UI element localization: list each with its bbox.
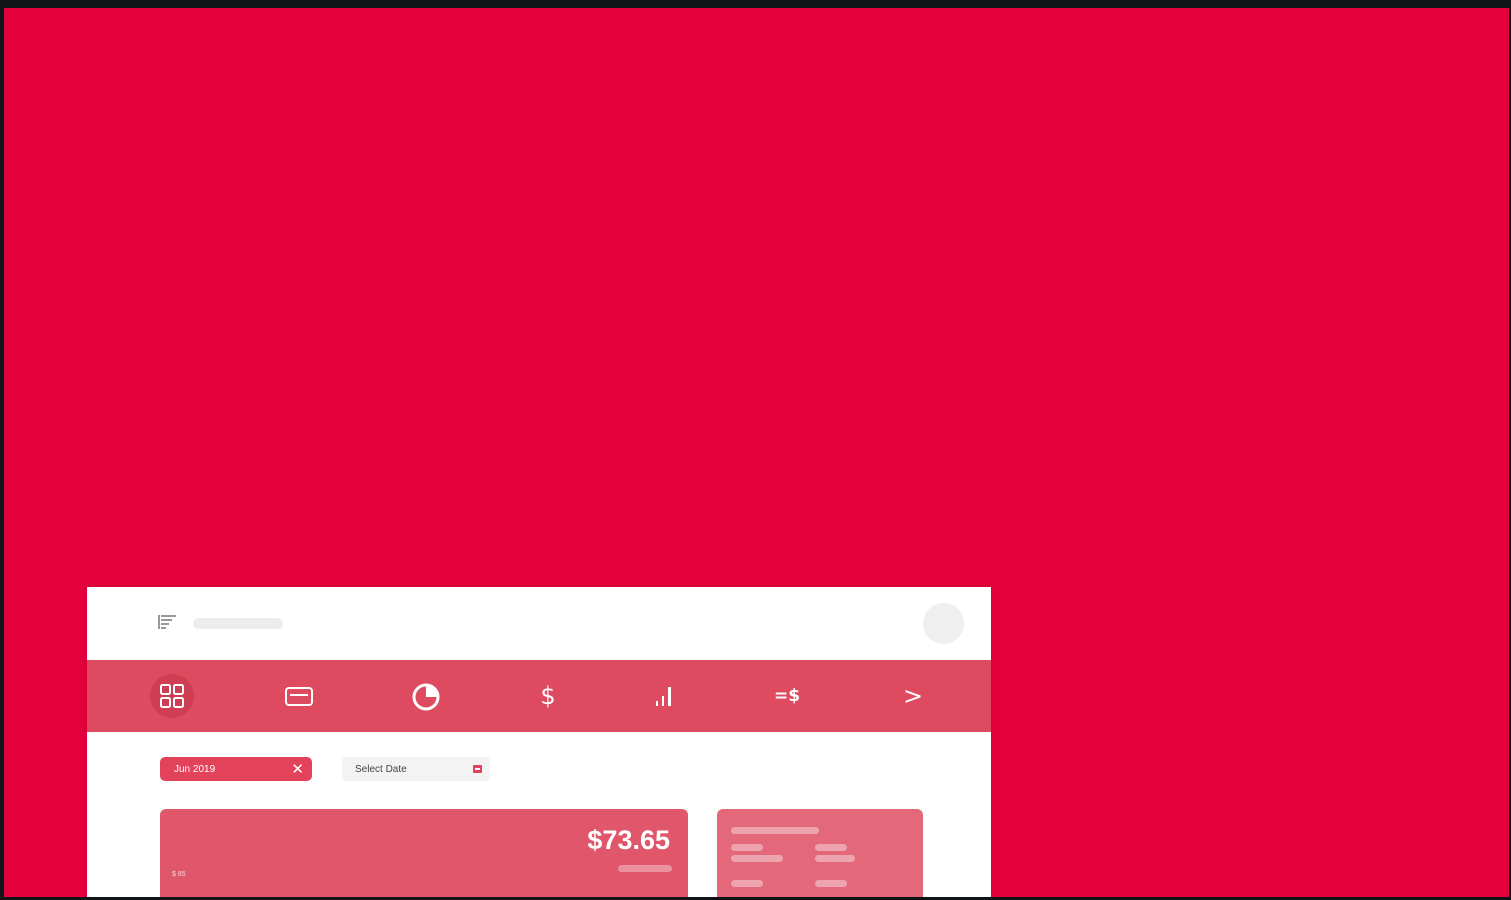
avatar[interactable] xyxy=(923,603,964,644)
nav-item-statistics[interactable] xyxy=(643,674,687,718)
nav-item-cards[interactable] xyxy=(277,674,321,718)
nav-item-reports[interactable] xyxy=(405,674,449,718)
side-card-field-placeholder xyxy=(815,844,847,851)
side-card-field-placeholder xyxy=(731,880,763,887)
bar-chart-icon xyxy=(656,687,671,706)
nav-item-payments[interactable]: $ xyxy=(526,674,570,718)
nav-bar: $ =$ > xyxy=(87,660,991,732)
balance-amount: $73.65 xyxy=(587,825,670,855)
grid-icon xyxy=(160,684,184,708)
pie-chart-icon xyxy=(412,683,440,711)
canvas-background: $ =$ > Jun 2019 ✕ Select Date $73.65 $ 8… xyxy=(4,8,1509,897)
date-picker-label: Select Date xyxy=(355,763,407,775)
amount-subtitle-placeholder xyxy=(618,865,672,872)
title-placeholder xyxy=(193,618,283,629)
exchange-dollar-icon: =$ xyxy=(773,686,801,706)
calendar-icon xyxy=(473,765,482,773)
card-icon xyxy=(285,687,313,706)
nav-item-exchange[interactable]: =$ xyxy=(765,674,809,718)
app-window: $ =$ > Jun 2019 ✕ Select Date $73.65 $ 8… xyxy=(87,587,991,897)
dollar-icon: $ xyxy=(540,682,556,710)
close-icon[interactable]: ✕ xyxy=(291,760,304,778)
filter-chip-label: Jun 2019 xyxy=(174,763,216,775)
side-card-title-placeholder xyxy=(731,827,819,834)
axis-label: $ 85 xyxy=(172,871,186,878)
side-card-field-placeholder xyxy=(731,844,763,851)
side-card-value-placeholder xyxy=(731,855,783,862)
summary-card[interactable]: $73.65 $ 85 xyxy=(160,809,688,897)
chevron-right-icon: > xyxy=(902,682,924,710)
date-picker[interactable]: Select Date xyxy=(342,757,490,781)
nav-item-more[interactable]: > xyxy=(891,674,935,718)
nav-item-dashboard[interactable] xyxy=(150,674,194,718)
filter-chip[interactable]: Jun 2019 ✕ xyxy=(160,757,312,781)
side-card[interactable] xyxy=(717,809,923,897)
menu-icon[interactable] xyxy=(157,613,177,631)
side-card-value-placeholder xyxy=(815,855,855,862)
side-card-field-placeholder xyxy=(815,880,847,887)
top-bar xyxy=(87,587,991,660)
